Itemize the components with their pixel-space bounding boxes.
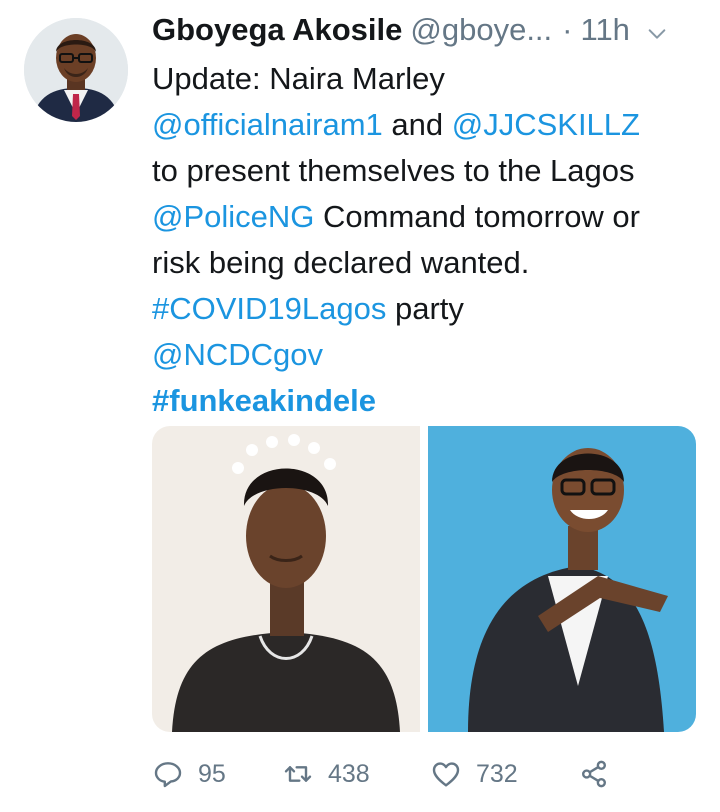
mention-jjcskillz[interactable]: @JJCSKILLZ [452,107,640,142]
tweet-text-segment: party [386,291,464,326]
mention-ncdcgov[interactable]: @NCDCgov [152,337,323,372]
tweet-line: risk being declared wanted. [152,240,700,286]
chevron-down-icon[interactable] [646,23,668,45]
tweet-line: #funkeakindele [152,378,700,424]
share-icon [582,760,606,788]
tweet-line: Update: Naira Marley [152,56,700,102]
tweet-text-segment: to present themselves to the Lagos [152,153,635,188]
like-count: 732 [476,759,518,788]
like-button[interactable]: 732 [430,758,578,790]
author-name[interactable]: Gboyega Akosile [152,12,402,48]
retweet-button[interactable]: 438 [282,758,430,790]
tweet-header: Gboyega Akosile @gboye... · 11h [152,12,700,56]
retweet-count: 438 [328,759,370,788]
author-avatar[interactable] [24,18,128,122]
separator-dot: · [562,12,573,47]
media-photo-right[interactable] [428,426,696,732]
share-button[interactable] [578,758,610,790]
tweet: Gboyega Akosile @gboye... · 11h Update: … [152,12,700,424]
tweet-text-segment: and [382,107,452,142]
media-photo-left[interactable] [152,426,420,732]
tweet-text: Update: Naira Marley @officialnairam1 an… [152,56,700,424]
tweet-text-segment: risk being declared wanted. [152,245,530,280]
author-handle[interactable]: @gboye... [410,12,552,48]
tweet-media [152,426,696,732]
tweet-line: @PoliceNG Command tomorrow or [152,194,700,240]
mention-policeng[interactable]: @PoliceNG [152,199,314,234]
tweet-text-segment: Command tomorrow or [314,199,640,234]
tweet-line: @NCDCgov [152,332,700,378]
tweet-text-segment: Update: Naira Marley [152,61,445,96]
hashtag-funkeakindele[interactable]: #funkeakindele [152,383,376,418]
tweet-timestamp[interactable]: 11h [581,12,630,48]
reply-button[interactable]: 95 [152,758,282,790]
tweet-line: #COVID19Lagos party [152,286,700,332]
reply-count: 95 [198,759,226,788]
heart-icon [432,762,460,787]
reply-icon [154,762,182,788]
tweet-line: to present themselves to the Lagos [152,148,700,194]
hashtag-covid19lagos[interactable]: #COVID19Lagos [152,291,386,326]
mention-officialnairam1[interactable]: @officialnairam1 [152,107,383,142]
retweet-icon [284,766,312,782]
tweet-line: @officialnairam1 and @JJCSKILLZ [152,102,700,148]
tweet-actions: 95 438 732 [152,752,700,796]
